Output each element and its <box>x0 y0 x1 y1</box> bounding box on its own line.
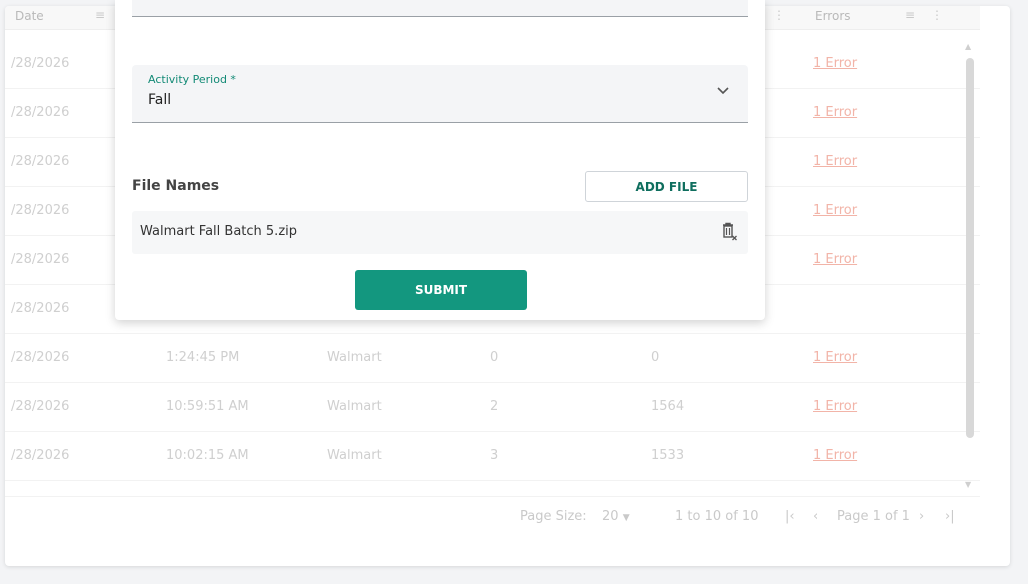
date-cell: /28/2026 <box>11 252 70 267</box>
records-cell: 1533 <box>651 448 685 463</box>
file-name: Walmart Fall Batch 5.zip <box>140 224 298 239</box>
activity-period-label: Activity Period * <box>148 73 236 86</box>
date-cell: /28/2026 <box>11 105 70 120</box>
page-size-select[interactable]: 20 ▼ <box>602 509 630 524</box>
errors-link[interactable]: 1 Error <box>813 448 857 463</box>
date-cell: /28/2026 <box>11 154 70 169</box>
filter-icon[interactable]: ≡ <box>95 8 105 22</box>
page-indicator: Page 1 of 1 <box>837 509 910 524</box>
errors-link[interactable]: 1 Error <box>813 105 857 120</box>
date-cell: /28/2026 <box>11 399 70 414</box>
column-menu-icon[interactable]: ⋮ <box>773 8 785 22</box>
records-cell: 1564 <box>651 399 685 414</box>
file-names-title: File Names <box>132 178 220 194</box>
date-cell: /28/2026 <box>11 56 70 71</box>
last-page-icon[interactable]: ›| <box>945 509 955 524</box>
date-cell: /28/2026 <box>11 448 70 463</box>
add-file-button[interactable]: ADD FILE <box>585 171 748 202</box>
table-row: /28/2026 1:24:45 PM Walmart 0 0 1 Error <box>5 334 980 383</box>
page-size-value: 20 <box>602 509 619 524</box>
scroll-up-icon[interactable]: ▲ <box>965 42 971 51</box>
records-cell: 0 <box>651 350 660 365</box>
pagination-bar: Page Size: 20 ▼ 1 to 10 of 10 |‹ ‹ Page … <box>5 496 980 536</box>
activity-period-select[interactable]: Activity Period * Fall <box>132 65 748 123</box>
errors-link[interactable]: 1 Error <box>813 154 857 169</box>
date-cell: /28/2026 <box>11 301 70 316</box>
next-page-icon[interactable]: › <box>919 509 924 524</box>
table-row: /28/2026 10:02:15 AM Walmart 3 1533 1 Er… <box>5 432 980 481</box>
vendor-cell: Walmart <box>327 350 382 365</box>
upload-dialog: Activity Period * Fall File Names ADD FI… <box>115 0 765 320</box>
time-cell: 1:24:45 PM <box>166 350 240 365</box>
count-cell: 2 <box>490 399 499 414</box>
count-cell: 3 <box>490 448 499 463</box>
vendor-cell: Walmart <box>327 448 382 463</box>
date-cell: /28/2026 <box>11 350 70 365</box>
date-cell: /28/2026 <box>11 203 70 218</box>
delete-file-icon[interactable] <box>720 222 738 242</box>
filter-icon[interactable]: ≡ <box>905 8 915 22</box>
list-item: Walmart Fall Batch 5.zip <box>132 211 748 254</box>
errors-link[interactable]: 1 Error <box>813 56 857 71</box>
previous-field[interactable] <box>132 0 748 17</box>
vendor-cell: Walmart <box>327 399 382 414</box>
header-errors[interactable]: Errors <box>815 9 851 23</box>
activity-period-value: Fall <box>148 92 172 108</box>
errors-link[interactable]: 1 Error <box>813 350 857 365</box>
errors-link[interactable]: 1 Error <box>813 252 857 267</box>
errors-link[interactable]: 1 Error <box>813 399 857 414</box>
scroll-thumb[interactable] <box>966 58 974 438</box>
chevron-down-icon <box>717 87 729 95</box>
time-cell: 10:02:15 AM <box>166 448 249 463</box>
first-page-icon[interactable]: |‹ <box>785 509 795 524</box>
count-cell: 0 <box>490 350 499 365</box>
caret-down-icon: ▼ <box>622 513 630 523</box>
submit-button[interactable]: SUBMIT <box>355 270 527 310</box>
page-size-label: Page Size: <box>520 509 587 524</box>
header-date[interactable]: Date <box>15 9 44 23</box>
column-menu-icon[interactable]: ⋮ <box>931 8 943 22</box>
prev-page-icon[interactable]: ‹ <box>813 509 818 524</box>
scroll-down-icon[interactable]: ▼ <box>965 480 971 489</box>
errors-link[interactable]: 1 Error <box>813 203 857 218</box>
row-range: 1 to 10 of 10 <box>675 509 759 524</box>
table-row: /28/2026 10:59:51 AM Walmart 2 1564 1 Er… <box>5 383 980 432</box>
vertical-scrollbar[interactable]: ▲ ▼ <box>963 42 975 494</box>
time-cell: 10:59:51 AM <box>166 399 249 414</box>
